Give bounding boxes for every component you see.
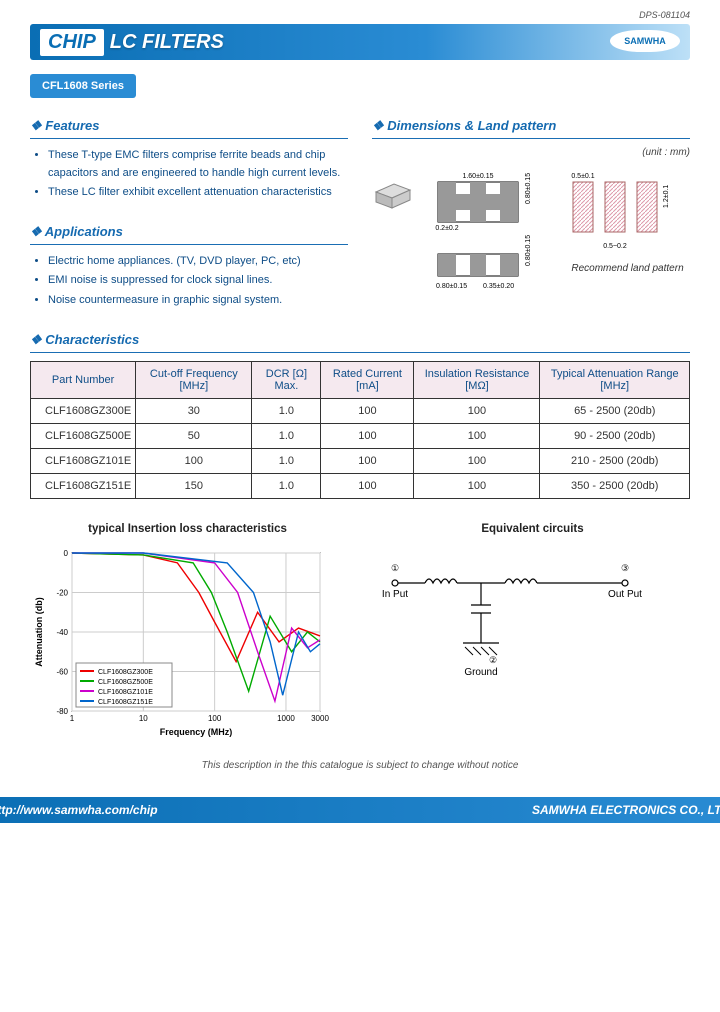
svg-text:CLF1608GZ300E: CLF1608GZ300E [98, 669, 153, 676]
svg-text:0.35±0.20: 0.35±0.20 [483, 283, 514, 290]
list-item: EMI noise is suppressed for clock signal… [48, 272, 348, 290]
svg-text:1.2±0.1: 1.2±0.1 [663, 185, 670, 208]
svg-text:-80: -80 [56, 707, 68, 716]
characteristics-table: Part Number Cut-off Frequency [MHz] DCR … [30, 361, 690, 499]
top-columns: Features These T-type EMC filters compri… [30, 112, 690, 312]
chip-3d-icon [372, 164, 412, 214]
table-header-row: Part Number Cut-off Frequency [MHz] DCR … [31, 361, 690, 398]
table-row: CLF1608GZ101E1001.0100100210 - 2500 (20d… [31, 448, 690, 473]
svg-text:-40: -40 [56, 628, 68, 637]
svg-text:CLF1608GZ151E: CLF1608GZ151E [98, 699, 153, 706]
svg-text:-60: -60 [56, 667, 68, 676]
unit-note: (unit : mm) [372, 147, 690, 158]
svg-text:Attenuation (db): Attenuation (db) [34, 597, 44, 666]
table-row: CLF1608GZ300E301.010010065 - 2500 (20db) [31, 398, 690, 423]
applications-list: Electric home appliances. (TV, DVD playe… [30, 253, 348, 310]
list-item: Noise countermeasure in graphic signal s… [48, 292, 348, 310]
svg-text:0.5±0.1: 0.5±0.1 [571, 173, 594, 180]
svg-text:①: ① [391, 563, 399, 573]
svg-text:②: ② [489, 655, 497, 665]
chip-badge: CHIP [40, 29, 104, 56]
top-side-view: 1.60±0.15 0.80±0.15 0.2±0.2 0.80±0.15 0.… [426, 164, 536, 304]
insertion-loss-chart: 0 -20 -40 -60 -801 10 100 1000 3000 CLF1608GZ300E… [30, 543, 330, 743]
divider [30, 138, 348, 139]
svg-text:10: 10 [139, 714, 148, 723]
equivalent-circuit: ① ③ ② In Put Out Put Ground [375, 543, 655, 693]
features-heading: Features [30, 118, 348, 134]
svg-text:CLF1608GZ500E: CLF1608GZ500E [98, 679, 153, 686]
dimension-drawings: 1.60±0.15 0.80±0.15 0.2±0.2 0.80±0.15 0.… [372, 164, 690, 307]
table-row: CLF1608GZ500E501.010010090 - 2500 (20db) [31, 423, 690, 448]
svg-text:0.80±0.15: 0.80±0.15 [525, 235, 532, 266]
list-item: These LC filter exhibit excellent attenu… [48, 184, 348, 202]
svg-text:Out Put: Out Put [608, 589, 642, 600]
series-badge: CFL1608 Series [30, 74, 136, 98]
table-row: CLF1608GZ151E1501.0100100350 - 2500 (20d… [31, 473, 690, 498]
insertion-loss-block: typical Insertion loss characteristics 0… [30, 523, 345, 746]
divider [30, 244, 348, 245]
svg-text:0.2±0.2: 0.2±0.2 [435, 225, 458, 232]
divider [372, 138, 690, 139]
right-column: Dimensions & Land pattern (unit : mm) [372, 112, 690, 312]
applications-heading: Applications [30, 224, 348, 240]
equivalent-circuit-block: Equivalent circuits ① [375, 523, 690, 696]
left-column: Features These T-type EMC filters compri… [30, 112, 348, 312]
svg-text:1: 1 [70, 714, 75, 723]
svg-text:Ground: Ground [464, 667, 497, 678]
footer-note: This description in the this catalogue i… [30, 760, 690, 771]
footer-url: http://www.samwha.com/chip [0, 803, 158, 817]
svg-text:0: 0 [64, 549, 69, 558]
svg-text:1000: 1000 [277, 714, 295, 723]
eq-title: Equivalent circuits [375, 523, 690, 535]
svg-text:0.5~0.2: 0.5~0.2 [603, 243, 627, 250]
divider [30, 352, 690, 353]
svg-text:-20: -20 [56, 588, 68, 597]
svg-text:1.60±0.15: 1.60±0.15 [462, 173, 493, 180]
svg-text:0.80±0.15: 0.80±0.15 [436, 283, 467, 290]
brand-logo: SAMWHA [610, 30, 680, 52]
svg-text:③: ③ [621, 563, 629, 573]
dimensions-heading: Dimensions & Land pattern [372, 118, 690, 134]
svg-text:Frequency (MHz): Frequency (MHz) [160, 727, 233, 737]
svg-text:3000: 3000 [311, 714, 329, 723]
footer-bar: http://www.samwha.com/chip SAMWHA ELECTR… [0, 797, 720, 823]
chart-row: typical Insertion loss characteristics 0… [30, 523, 690, 746]
land-pattern: 0.5±0.1 0.5~0.2 1.2±0.1 [565, 164, 675, 254]
chart-title: typical Insertion loss characteristics [30, 523, 345, 535]
header-banner: CHIP LC FILTERS SAMWHA [30, 24, 690, 60]
doc-number: DPS-081104 [30, 10, 690, 20]
datasheet-page: DPS-081104 CHIP LC FILTERS SAMWHA CFL160… [0, 0, 720, 791]
list-item: These T-type EMC filters comprise ferrit… [48, 147, 348, 182]
land-pattern-caption: Recommend land pattern [565, 263, 690, 274]
svg-text:CLF1608GZ101E: CLF1608GZ101E [98, 689, 153, 696]
header-title: LC FILTERS [110, 31, 224, 54]
svg-text:100: 100 [208, 714, 222, 723]
svg-text:In Put: In Put [382, 589, 408, 600]
footer-company: SAMWHA ELECTRONICS CO., LTD [532, 803, 720, 817]
features-list: These T-type EMC filters comprise ferrit… [30, 147, 348, 202]
characteristics-heading: Characteristics [30, 332, 690, 348]
svg-text:0.80±0.15: 0.80±0.15 [525, 173, 532, 204]
list-item: Electric home appliances. (TV, DVD playe… [48, 253, 348, 271]
